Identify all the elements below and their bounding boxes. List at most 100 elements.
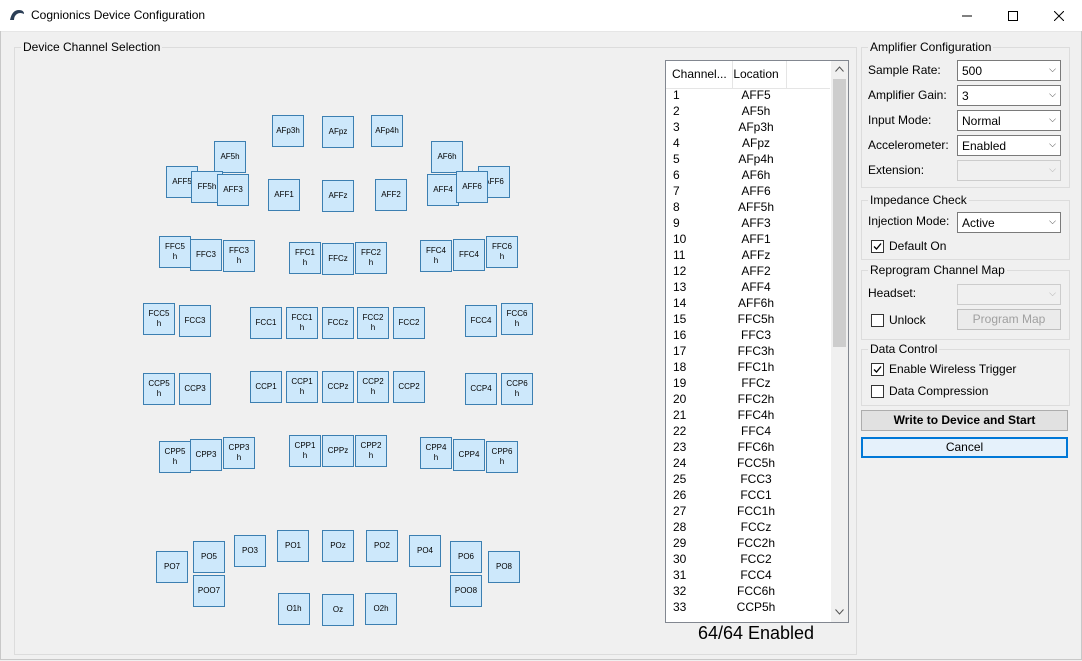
electrode-ccp6h[interactable]: CCP6 h: [501, 373, 533, 405]
channel-row[interactable]: 4 AFpz: [666, 135, 830, 151]
electrode-ffc4[interactable]: FFC4: [453, 239, 485, 271]
electrode-fcc2h[interactable]: FCC2 h: [357, 307, 389, 339]
electrode-po8[interactable]: PO8: [488, 551, 520, 583]
electrode-cpp6h[interactable]: CPP6 h: [486, 441, 518, 473]
channel-row[interactable]: 28 FCCz: [666, 519, 830, 535]
channel-row[interactable]: 9 AFF3: [666, 215, 830, 231]
write-start-button[interactable]: Write to Device and Start: [861, 410, 1068, 431]
unlock-checkbox[interactable]: [871, 314, 884, 327]
electrode-afp4h[interactable]: AFp4h: [371, 115, 403, 147]
electrode-ffc5h[interactable]: FFC5 h: [159, 236, 191, 268]
default-on-checkbox[interactable]: [871, 240, 884, 253]
electrode-cpp1h[interactable]: CPP1 h: [289, 435, 321, 467]
channel-row[interactable]: 13 AFF4: [666, 279, 830, 295]
accelerometer-select[interactable]: Enabled ⌵: [957, 135, 1061, 156]
channel-row[interactable]: 26 FCC1: [666, 487, 830, 503]
channel-row[interactable]: 6 AF6h: [666, 167, 830, 183]
electrode-aff3[interactable]: AFF3: [217, 174, 249, 206]
column-header-location[interactable]: Location: [726, 61, 787, 88]
channel-row[interactable]: 25 FCC3: [666, 471, 830, 487]
electrode-ffc4h[interactable]: FFC4 h: [420, 240, 452, 272]
sample-rate-select[interactable]: 500 ⌵: [957, 60, 1061, 81]
maximize-button[interactable]: [990, 0, 1036, 31]
channel-row[interactable]: 15 FFC5h: [666, 311, 830, 327]
electrode-fcc6h[interactable]: FCC6 h: [501, 303, 533, 335]
channel-row[interactable]: 12 AFF2: [666, 263, 830, 279]
electrode-aff2[interactable]: AFF2: [375, 179, 407, 211]
electrode-po5[interactable]: PO5: [193, 541, 225, 573]
electrode-cpp2h[interactable]: CPP2 h: [355, 435, 387, 467]
electrode-ccp1[interactable]: CCP1: [250, 371, 282, 403]
channel-row[interactable]: 16 FFC3: [666, 327, 830, 343]
input-mode-select[interactable]: Normal ⌵: [957, 110, 1061, 131]
channel-row[interactable]: 32 FCC6h: [666, 583, 830, 599]
electrode-fcc3[interactable]: FCC3: [179, 305, 211, 337]
electrode-fcc1[interactable]: FCC1: [250, 307, 282, 339]
channel-row[interactable]: 10 AFF1: [666, 231, 830, 247]
scrollbar-thumb[interactable]: [833, 79, 846, 347]
electrode-po7[interactable]: PO7: [156, 551, 188, 583]
electrode-ccp1h[interactable]: CCP1 h: [286, 371, 318, 403]
channel-row[interactable]: 17 FFC3h: [666, 343, 830, 359]
electrode-poo7[interactable]: POO7: [193, 575, 225, 607]
extension-select[interactable]: ⌵: [957, 160, 1061, 181]
channel-row[interactable]: 20 FFC2h: [666, 391, 830, 407]
electrode-afp3h[interactable]: AFp3h: [272, 115, 304, 147]
channel-row[interactable]: 23 FFC6h: [666, 439, 830, 455]
electrode-o2h[interactable]: O2h: [365, 593, 397, 625]
electrode-ccp2[interactable]: CCP2: [393, 371, 425, 403]
channel-row[interactable]: 1 AFF5: [666, 87, 830, 103]
channel-row[interactable]: 5 AFp4h: [666, 151, 830, 167]
electrode-aff1[interactable]: AFF1: [268, 179, 300, 211]
electrode-po2[interactable]: PO2: [366, 530, 398, 562]
channel-row[interactable]: 31 FCC4: [666, 567, 830, 583]
channel-list[interactable]: Channel... Location 1 AFF5 2 AF5h 3 AFp3h 4 AFp…: [665, 60, 849, 623]
channel-row[interactable]: 22 FFC4: [666, 423, 830, 439]
electrode-ffc1h[interactable]: FFC1 h: [289, 242, 321, 274]
channel-row[interactable]: 33 CCP5h: [666, 599, 830, 615]
electrode-ccpz[interactable]: CCPz: [322, 371, 354, 403]
electrode-aff6[interactable]: AFF6: [456, 171, 488, 203]
column-header-channel[interactable]: Channel...: [666, 61, 733, 88]
electrode-aff4[interactable]: AFF4: [427, 174, 459, 206]
electrode-cpp3[interactable]: CPP3: [190, 439, 222, 471]
channel-row[interactable]: 19 FFCz: [666, 375, 830, 391]
electrode-ccp2h[interactable]: CCP2 h: [357, 371, 389, 403]
channel-list-scrollbar[interactable]: [831, 61, 848, 622]
channel-row[interactable]: 2 AF5h: [666, 103, 830, 119]
channel-row[interactable]: 7 AFF6: [666, 183, 830, 199]
electrode-fcc5h[interactable]: FCC5 h: [143, 303, 175, 335]
electrode-poo8[interactable]: POO8: [450, 575, 482, 607]
electrode-po4[interactable]: PO4: [409, 535, 441, 567]
channel-row[interactable]: 8 AFF5h: [666, 199, 830, 215]
electrode-oz[interactable]: Oz: [322, 594, 354, 626]
headset-select[interactable]: ⌵: [957, 284, 1061, 305]
electrode-cpp4[interactable]: CPP4: [453, 439, 485, 471]
data-compression-checkbox[interactable]: [871, 385, 884, 398]
channel-row[interactable]: 27 FCC1h: [666, 503, 830, 519]
electrode-ffcz[interactable]: FFCz: [322, 243, 354, 275]
channel-row[interactable]: 24 FCC5h: [666, 455, 830, 471]
channel-row[interactable]: 18 FFC1h: [666, 359, 830, 375]
scroll-down-icon[interactable]: [835, 609, 844, 615]
amplifier-gain-select[interactable]: 3 ⌵: [957, 85, 1061, 106]
electrode-ffc6h[interactable]: FFC6 h: [486, 236, 518, 268]
electrode-poz[interactable]: POz: [322, 530, 354, 562]
electrode-ccp5h[interactable]: CCP5 h: [143, 373, 175, 405]
electrode-fcc2[interactable]: FCC2: [393, 307, 425, 339]
electrode-ccp3[interactable]: CCP3: [179, 373, 211, 405]
electrode-po1[interactable]: PO1: [277, 530, 309, 562]
electrode-fcc4[interactable]: FCC4: [465, 305, 497, 337]
electrode-fcc1h[interactable]: FCC1 h: [286, 307, 318, 339]
channel-row[interactable]: 14 AFF6h: [666, 295, 830, 311]
injection-mode-select[interactable]: Active ⌵: [957, 212, 1061, 233]
electrode-afpz[interactable]: AFpz: [322, 116, 354, 148]
electrode-cpp4h[interactable]: CPP4 h: [420, 437, 452, 469]
electrode-ffc3[interactable]: FFC3: [190, 239, 222, 271]
electrode-affz[interactable]: AFFz: [322, 180, 354, 212]
program-map-button[interactable]: Program Map: [957, 309, 1061, 330]
channel-row[interactable]: 3 AFp3h: [666, 119, 830, 135]
scroll-up-icon[interactable]: [835, 66, 844, 72]
electrode-fccz[interactable]: FCCz: [322, 307, 354, 339]
channel-row[interactable]: 30 FCC2: [666, 551, 830, 567]
